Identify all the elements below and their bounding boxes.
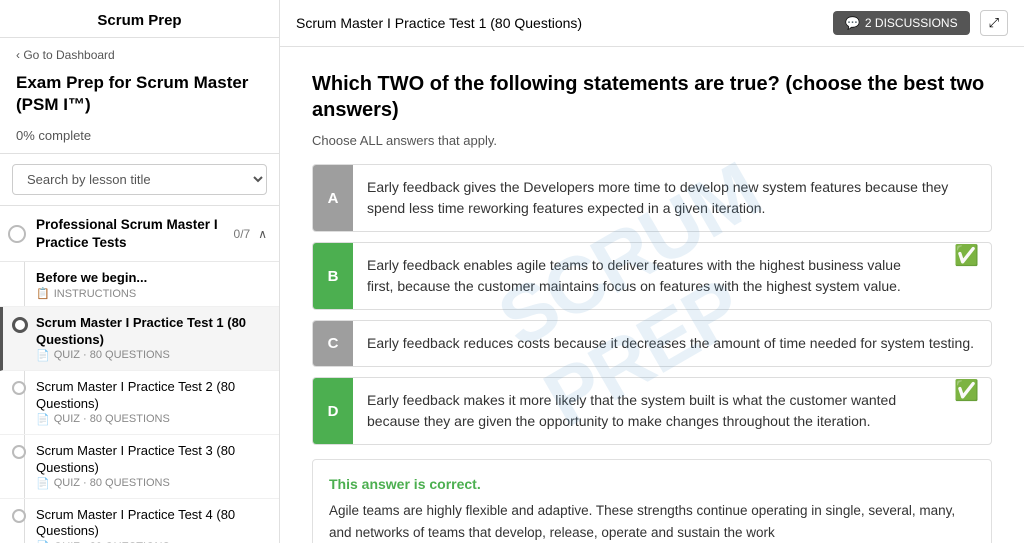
- answer-letter-b: B: [313, 243, 353, 309]
- lesson-dot: [12, 317, 28, 333]
- list-item[interactable]: Scrum Master I Practice Test 3 (80 Quest…: [0, 435, 279, 499]
- correct-label: This answer is correct.: [329, 476, 975, 492]
- lesson-meta: 📋 INSTRUCTIONS: [36, 287, 267, 300]
- answer-letter-c: C: [313, 321, 353, 366]
- course-title: Exam Prep for Scrum Master (PSM I™): [0, 66, 279, 124]
- question-instruction: Choose ALL answers that apply.: [312, 133, 992, 148]
- discussions-label: 2 DISCUSSIONS: [865, 16, 958, 30]
- quiz-icon: 📄: [36, 413, 50, 426]
- lesson-dot: [12, 509, 26, 523]
- chevron-up-icon: ∧: [258, 227, 267, 241]
- lesson-search-select[interactable]: Search by lesson title: [12, 164, 267, 195]
- lesson-meta: 📄 QUIZ · 80 QUESTIONS: [36, 413, 267, 426]
- expand-button[interactable]: ⤢: [980, 10, 1008, 36]
- lesson-title: Scrum Master I Practice Test 3 (80 Quest…: [36, 443, 267, 477]
- quiz-icon: 📄: [36, 477, 50, 490]
- answer-text-a: Early feedback gives the Developers more…: [353, 165, 991, 231]
- question-area: SCRUMPREP Which TWO of the following sta…: [280, 47, 1024, 543]
- question-title: Which TWO of the following statements ar…: [312, 71, 992, 123]
- chat-icon: 💬: [845, 16, 860, 30]
- progress-indicator: 0% complete: [0, 124, 279, 154]
- list-item[interactable]: Before we begin... 📋 INSTRUCTIONS: [0, 262, 279, 307]
- answer-feedback-panel: This answer is correct. Agile teams are …: [312, 459, 992, 543]
- sidebar: Scrum Prep ‹ Go to Dashboard Exam Prep f…: [0, 0, 280, 543]
- correct-explanation: Agile teams are highly flexible and adap…: [329, 500, 975, 543]
- lesson-dot: [12, 381, 26, 395]
- list-item[interactable]: Scrum Master I Practice Test 1 (80 Quest…: [0, 307, 279, 371]
- section-header[interactable]: Professional Scrum Master I Practice Tes…: [0, 206, 279, 262]
- answer-option-d[interactable]: D Early feedback makes it more likely th…: [312, 377, 992, 445]
- answer-option-c[interactable]: C Early feedback reduces costs because i…: [312, 320, 992, 367]
- instructions-icon: 📋: [36, 287, 50, 300]
- answer-text-c: Early feedback reduces costs because it …: [353, 321, 991, 366]
- main-content: Scrum Master I Practice Test 1 (80 Quest…: [280, 0, 1024, 543]
- answer-option-b[interactable]: B Early feedback enables agile teams to …: [312, 242, 992, 310]
- section-title: Professional Scrum Master I Practice Tes…: [36, 216, 234, 251]
- lessons-list: Before we begin... 📋 INSTRUCTIONS Scrum …: [0, 262, 279, 543]
- sidebar-title: Scrum Prep: [0, 0, 279, 38]
- answer-option-a[interactable]: A Early feedback gives the Developers mo…: [312, 164, 992, 232]
- search-container: Search by lesson title: [0, 154, 279, 206]
- list-item[interactable]: Scrum Master I Practice Test 4 (80 Quest…: [0, 499, 279, 543]
- top-bar: Scrum Master I Practice Test 1 (80 Quest…: [280, 0, 1024, 47]
- section-count: 0/7: [234, 227, 251, 241]
- course-section: Professional Scrum Master I Practice Tes…: [0, 206, 279, 543]
- quiz-title: Scrum Master I Practice Test 1 (80 Quest…: [296, 15, 582, 31]
- answer-text-b: Early feedback enables agile teams to de…: [353, 243, 942, 309]
- lesson-dot: [12, 445, 26, 459]
- answer-letter-a: A: [313, 165, 353, 231]
- discussions-button[interactable]: 💬 2 DISCUSSIONS: [833, 11, 970, 35]
- lesson-meta: 📄 QUIZ · 80 QUESTIONS: [36, 349, 267, 362]
- expand-icon: ⤢: [989, 15, 999, 30]
- section-circle: [8, 225, 26, 243]
- lesson-meta: 📄 QUIZ · 80 QUESTIONS: [36, 477, 267, 490]
- dashboard-link[interactable]: ‹ Go to Dashboard: [0, 38, 279, 66]
- correct-check-d: ✅: [942, 378, 991, 403]
- quiz-icon: 📄: [36, 349, 50, 362]
- lesson-title: Scrum Master I Practice Test 2 (80 Quest…: [36, 379, 267, 413]
- answer-text-d: Early feedback makes it more likely that…: [353, 378, 942, 444]
- correct-check-b: ✅: [942, 243, 991, 268]
- answer-letter-d: D: [313, 378, 353, 444]
- top-bar-actions: 💬 2 DISCUSSIONS ⤢: [833, 10, 1008, 36]
- list-item[interactable]: Scrum Master I Practice Test 2 (80 Quest…: [0, 371, 279, 435]
- lesson-title: Scrum Master I Practice Test 1 (80 Quest…: [36, 315, 267, 349]
- lesson-title: Scrum Master I Practice Test 4 (80 Quest…: [36, 507, 267, 541]
- lesson-title: Before we begin...: [36, 270, 267, 287]
